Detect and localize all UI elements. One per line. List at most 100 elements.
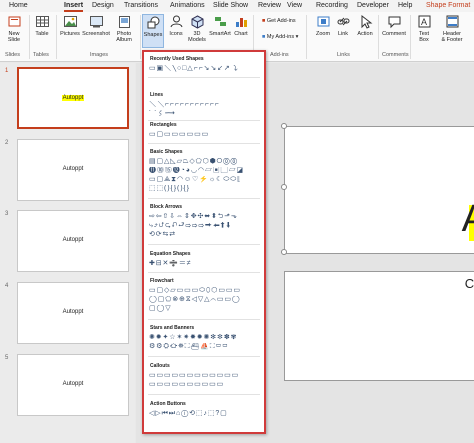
slide-thumbnail[interactable]: Autoppt (17, 282, 129, 344)
table-label: Table (35, 31, 49, 37)
tab-developer[interactable]: Developer (357, 2, 389, 9)
category-recently-used: Recently Used Shapes (150, 56, 204, 62)
tab-home[interactable]: Home (9, 2, 28, 9)
slide-thumbnail[interactable]: Autoppt (17, 354, 129, 416)
shape-row-basic[interactable]: ▭▢⟁⧗◠☺♡⚡☼☾⬭⬭⟦ (149, 176, 261, 184)
shape-row-basic[interactable]: ⓫⓾⑮⓬◔◕◡◠▱▣▢▱◪ (149, 167, 261, 175)
tab-slide-show[interactable]: Slide Show (213, 2, 248, 9)
zoom-icon (316, 14, 331, 29)
tab-recording[interactable]: Recording (316, 2, 348, 9)
link-button[interactable]: Link (334, 14, 352, 48)
photo-album-button[interactable]: Photo Album (111, 14, 137, 48)
shape-row-actions[interactable]: ◁▷⏮⏭⌂ⓘ⟲⬚♪⬚?▢ (149, 410, 261, 418)
shape-row-lines[interactable]: ⌒⌇⟿ (149, 110, 261, 118)
comment-label: Comment (382, 31, 406, 37)
category-flowchart: Flowchart (150, 278, 174, 284)
photo-album-label: Photo Album (116, 31, 132, 43)
icons-button[interactable]: Icons (166, 14, 186, 48)
new-slide-label: New Slide (7, 31, 21, 43)
category-stars-banners: Stars and Banners (150, 325, 195, 331)
chart-button[interactable]: Chart (232, 14, 250, 48)
shape-row-recent[interactable]: ▭▣＼╲○□△⌐⌐↘↘↙↗⤵ (149, 65, 261, 73)
table-button[interactable]: Table (30, 14, 54, 48)
shape-row-arrows[interactable]: ⇨⇦⇧⇩⇔⇕✥✣⬌⬍⮌⬏⬎ (149, 213, 261, 221)
action-button[interactable]: Action (354, 14, 376, 48)
slide-thumbnail[interactable]: Autoppt (17, 67, 129, 129)
tab-animations[interactable]: Animations (170, 2, 205, 9)
slide-title-text: Autoppt (62, 381, 84, 387)
divider (148, 356, 260, 357)
resize-handle[interactable] (281, 249, 287, 255)
tab-view[interactable]: View (287, 2, 302, 9)
group-separator (56, 15, 57, 59)
resize-handle[interactable] (281, 184, 287, 190)
tab-design[interactable]: Design (92, 2, 114, 9)
comment-button[interactable]: Comment (381, 14, 407, 48)
divider (148, 77, 260, 78)
shape-row-stars[interactable]: ✺✹✦☆✶✷✸✹✺✻✼✽✾ (149, 334, 261, 342)
zoom-button[interactable]: Zoom (313, 14, 333, 48)
title-placeholder[interactable]: A (284, 126, 474, 254)
chart-icon (234, 14, 249, 29)
smartart-label: SmartArt (209, 31, 231, 37)
new-slide-button[interactable]: New Slide (2, 14, 26, 48)
shape-row-arrows[interactable]: ⟲⟳⇆⇄ (149, 231, 261, 239)
get-addins-label: Get Add-ins (266, 18, 296, 24)
group-separator (306, 15, 307, 59)
get-addins-button[interactable]: ■ Get Add-ins (262, 18, 296, 25)
cube-icon (190, 14, 205, 29)
shape-row-basic[interactable]: ▤▢△◺▱⏢◇⬠⬡⬢⭘⓪⓪ (149, 158, 261, 166)
slide-thumbnail[interactable]: Autoppt (17, 139, 129, 201)
icons-icon (169, 14, 184, 29)
resize-handle[interactable] (281, 123, 287, 129)
table-icon (35, 14, 50, 29)
svg-text:A: A (421, 17, 427, 27)
shape-row-flowchart[interactable]: ▢◯▽ (149, 305, 261, 313)
category-rectangles: Rectangles (150, 122, 177, 128)
slide-title-text: Autoppt (62, 237, 84, 243)
ribbon-tab-bar: Home Insert Design Transitions Animation… (0, 0, 474, 12)
shape-row-callouts[interactable]: ▭▭▭▭▭▭▭▭▭▭ (149, 381, 261, 389)
shapes-gallery-dropdown[interactable]: Recently Used Shapes ▭▣＼╲○□△⌐⌐↘↘↙↗⤵ Line… (142, 50, 266, 434)
category-callouts: Callouts (150, 363, 170, 369)
screenshot-label: Screenshot (82, 31, 110, 37)
smartart-button[interactable]: SmartArt (208, 14, 232, 48)
subtitle-placeholder[interactable]: Cl (284, 271, 474, 381)
tab-transitions[interactable]: Transitions (124, 2, 158, 9)
subtitle-text-partial: Cl (464, 276, 474, 291)
screenshot-icon (89, 14, 104, 29)
shapes-button[interactable]: Shapes (142, 14, 164, 48)
shape-row-arrows[interactable]: ⤷⤴⮍⮎⮏⮐⇨⇨⇨⮕⬅⬆⬇ (149, 222, 261, 230)
3d-models-label: 3D Models (188, 31, 206, 43)
text-box-button[interactable]: A Text Box (413, 14, 435, 48)
shape-row-basic[interactable]: ⬚⬚(){}(){} (149, 185, 261, 193)
tab-review[interactable]: Review (258, 2, 281, 9)
shape-row-flowchart[interactable]: ◯▢⬠⊗⊕⧖◁▽△⌒▭▭◯ (149, 296, 261, 304)
photo-album-icon (117, 14, 132, 29)
slide-title-highlighted: Autoppt (61, 95, 85, 101)
shape-row-flowchart[interactable]: ▭▢◇▱▭▭▭⬭⬯⬡▭▭▭ (149, 287, 261, 295)
group-label-comments: Comments (382, 52, 409, 58)
header-footer-button[interactable]: Header & Footer (437, 14, 467, 48)
link-label: Link (337, 31, 349, 37)
shape-row-rectangles[interactable]: ▭▢▭▭▭▭▭▭ (149, 131, 261, 139)
link-icon (336, 14, 351, 29)
category-basic-shapes: Basic Shapes (150, 149, 183, 155)
group-separator (410, 15, 411, 59)
slide-thumbnail[interactable]: Autoppt (17, 210, 129, 272)
screenshot-button[interactable]: Screenshot (82, 14, 110, 48)
shape-row-lines[interactable]: ＼╲⌐⌐⌐⌐⌐⌐⌐⌐⌐⌐⌐ (149, 101, 261, 109)
tab-help[interactable]: Help (398, 2, 412, 9)
shape-row-stars[interactable]: ⚙⚙⛭⛮⛯⛶⛴⛵⛶▭▭ (149, 343, 261, 351)
tab-shape-format[interactable]: Shape Format (426, 2, 470, 9)
group-label-links: Links (337, 52, 350, 58)
pictures-button[interactable]: Pictures (58, 14, 82, 48)
shape-row-equation[interactable]: ✚⊟✕➗＝≠ (149, 260, 261, 268)
shapes-icon (146, 15, 161, 30)
category-action-buttons: Action Buttons (150, 401, 186, 407)
my-addins-button[interactable]: ■ My Add-ins ▾ (262, 34, 298, 41)
shape-row-callouts[interactable]: ▭▭▭▭▭▭▭▭▭▭▭▭ (149, 372, 261, 380)
header-footer-label: Header & Footer (441, 31, 463, 43)
tab-insert[interactable]: Insert (64, 2, 84, 12)
3d-models-button[interactable]: 3D Models (186, 14, 208, 48)
